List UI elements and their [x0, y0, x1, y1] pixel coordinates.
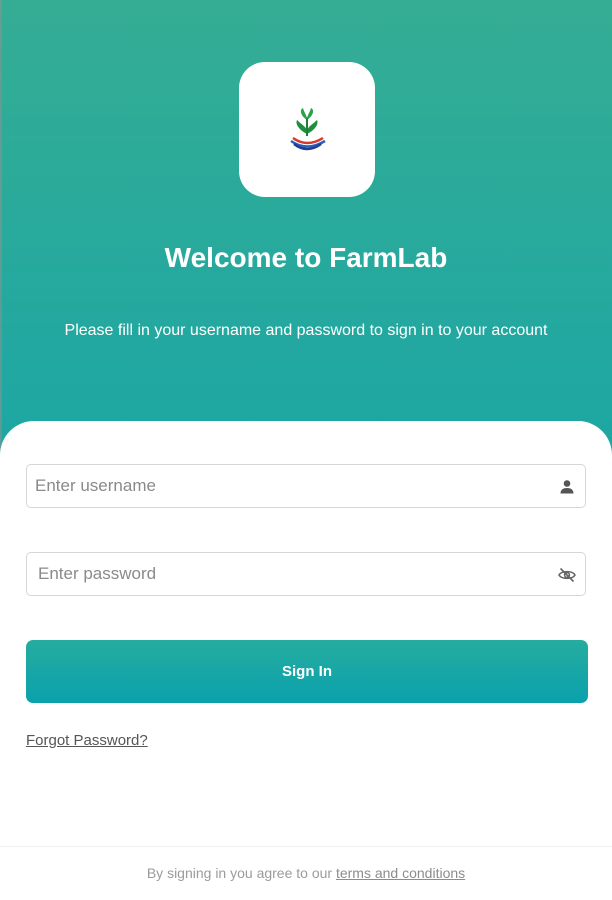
username-input[interactable]	[27, 465, 585, 507]
page-subtitle: Please fill in your username and passwor…	[64, 322, 548, 339]
eye-off-icon[interactable]	[557, 565, 577, 585]
username-field[interactable]	[26, 464, 586, 508]
footer-text: By signing in you agree to our	[146, 865, 333, 881]
footer-divider	[0, 846, 612, 847]
person-icon	[560, 480, 574, 494]
forgot-password-link[interactable]: Forgot Password?	[26, 732, 148, 749]
sign-in-button[interactable]: Sign In	[26, 640, 588, 703]
login-card: Sign In Forgot Password? By signing in y…	[0, 421, 612, 900]
footer-notice: By signing in you agree to our terms and…	[0, 865, 612, 881]
password-field[interactable]	[26, 552, 586, 596]
page-title: Welcome to FarmLab	[164, 242, 448, 273]
farmlab-sprout-logo-icon	[290, 107, 326, 150]
app-logo	[239, 62, 375, 197]
login-screen: Welcome to FarmLab Please fill in your u…	[0, 0, 612, 900]
terms-link[interactable]: terms and conditions	[336, 865, 465, 881]
password-input[interactable]	[27, 553, 585, 595]
